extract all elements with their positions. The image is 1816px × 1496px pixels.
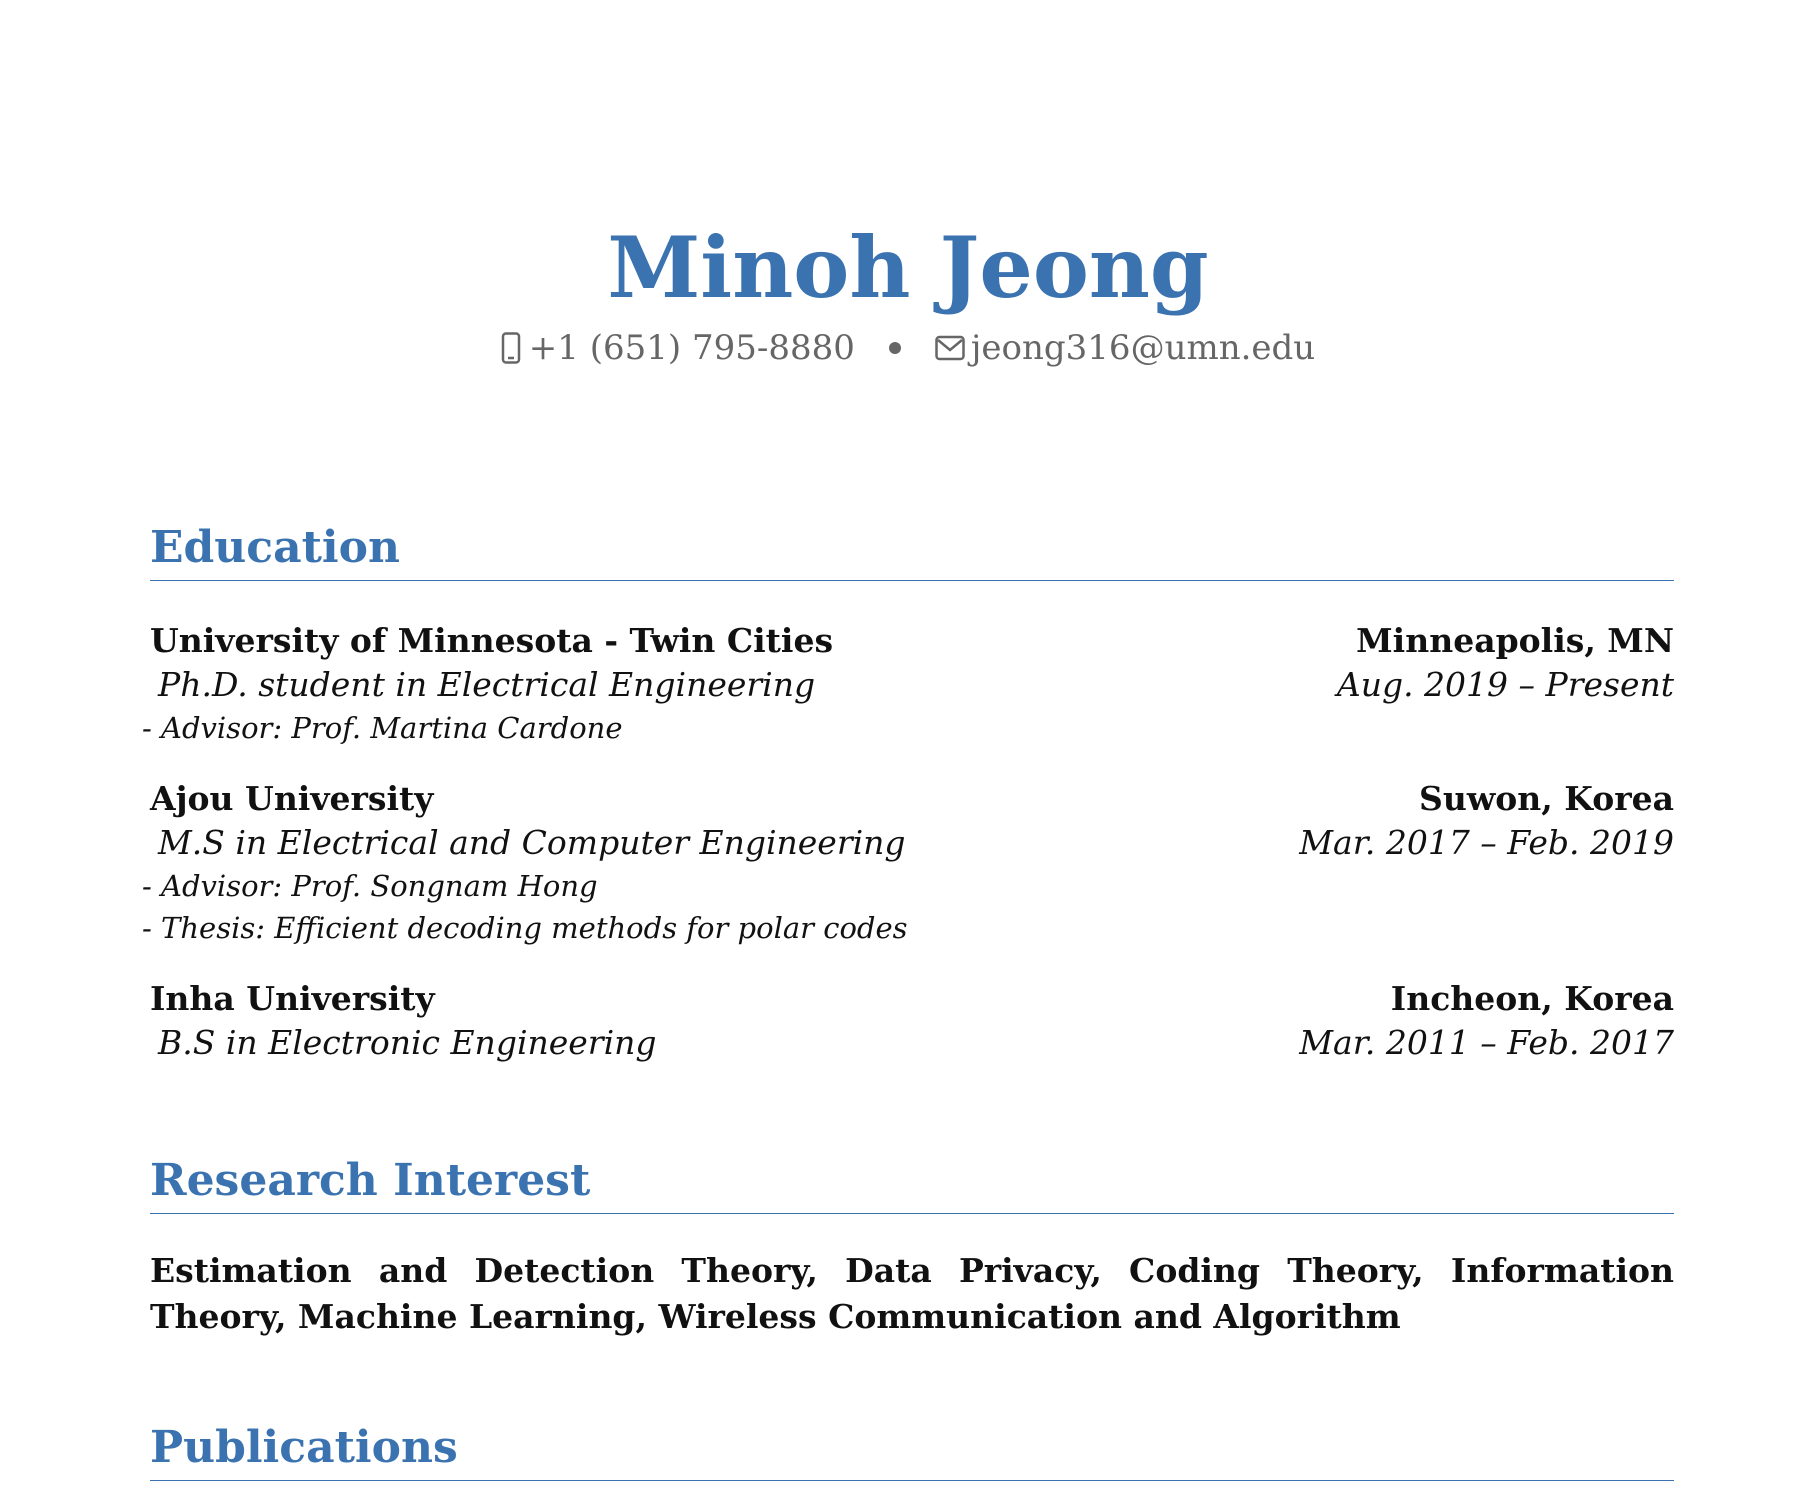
institution-location: Suwon, Korea [1419,779,1674,818]
degree-title: B.S in Electronic Engineering [158,1023,657,1062]
degree-title: M.S in Electrical and Computer Engineeri… [158,823,906,862]
publications-section: Publications [150,1420,1674,1481]
education-detail: - Advisor: Prof. Songnam Hong [142,869,598,903]
education-entry: University of Minnesota - Twin Cities Mi… [142,619,1674,749]
phone-contact: +1 (651) 795-8880 [501,326,855,370]
date-range: Aug. 2019 – Present [1336,665,1674,704]
phone-number: +1 (651) 795-8880 [528,328,855,368]
contact-line: +1 (651) 795-8880 jeong316@umn.edu [0,326,1816,370]
institution-name: University of Minnesota - Twin Cities [150,621,834,660]
resume-page: Minoh Jeong +1 (651) 795-8880 jeong316@u… [0,0,1816,1496]
education-entry: Ajou University Suwon, Korea M.S in Elec… [142,777,1674,949]
degree-title: Ph.D. student in Electrical Engineering [158,665,816,704]
separator-dot [888,342,901,354]
section-title-research: Research Interest [150,1155,591,1206]
institution-name: Inha University [150,979,435,1018]
date-range: Mar. 2017 – Feb. 2019 [1299,823,1674,862]
section-title-publications: Publications [150,1422,458,1473]
section-divider [150,1213,1674,1214]
date-range: Mar. 2011 – Feb. 2017 [1299,1023,1674,1062]
research-interest-text: Estimation and Detection Theory, Data Pr… [150,1251,1674,1336]
person-name: Minoh Jeong [607,218,1209,317]
research-interest-section: Research Interest Estimation and Detecti… [150,1153,1674,1340]
education-entry: Inha University Incheon, Korea B.S in El… [150,977,1674,1065]
institution-location: Minneapolis, MN [1356,621,1674,660]
section-title-education: Education [150,522,400,573]
institution-name: Ajou University [150,779,434,818]
education-section: Education University of Minnesota - Twin… [142,520,1674,1065]
mobile-phone-icon [501,332,521,364]
envelope-icon [935,335,965,361]
resume-header: Minoh Jeong +1 (651) 795-8880 jeong316@u… [0,218,1816,370]
education-detail: - Advisor: Prof. Martina Cardone [142,711,623,745]
section-divider [150,580,1674,581]
section-divider [150,1480,1674,1481]
education-detail: - Thesis: Efficient decoding methods for… [142,911,908,945]
email-address[interactable]: jeong316@umn.edu [971,326,1315,370]
email-contact[interactable]: jeong316@umn.edu [935,326,1315,370]
institution-location: Incheon, Korea [1390,979,1674,1018]
